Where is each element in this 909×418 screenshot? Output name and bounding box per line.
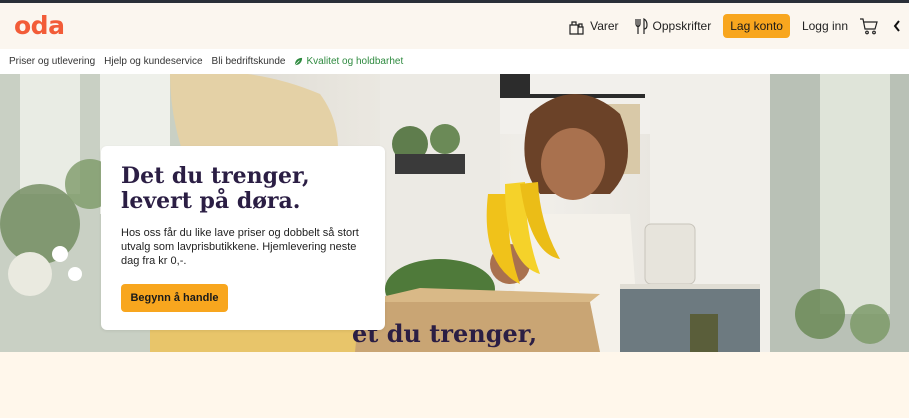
login-label: Logg inn — [801, 19, 848, 33]
subnav-quality-label: Kvalitet og holdbarhet — [306, 56, 404, 67]
cart-icon — [860, 18, 878, 35]
site-header: oda Varer Oppskrifter Lag konto Logg inn — [0, 3, 909, 49]
cart-button[interactable] — [859, 17, 879, 35]
products-label: Varer — [590, 19, 619, 33]
recipes-link[interactable]: Oppskrifter — [634, 17, 712, 35]
secondary-nav: Priser og utlevering Hjelp og kundeservi… — [0, 49, 909, 74]
subnav-prices-delivery[interactable]: Priser og utlevering — [9, 56, 95, 67]
below-fold-area — [0, 352, 909, 418]
fork-knife-icon — [634, 17, 648, 34]
signup-button[interactable]: Lag konto — [723, 14, 790, 38]
grocery-bag-icon — [569, 20, 584, 35]
subnav-help-support[interactable]: Hjelp og kundeservice — [104, 56, 202, 67]
recipes-label: Oppskrifter — [652, 19, 712, 33]
hero-title: Det du trenger, levert på døra. — [121, 163, 310, 214]
header-nav: Varer Oppskrifter Lag konto Logg inn — [568, 3, 901, 49]
login-link[interactable]: Logg inn — [802, 19, 848, 33]
hero-body: Hos oss får du like lave priser og dobbe… — [121, 227, 359, 267]
products-link[interactable]: Varer — [568, 18, 619, 35]
start-shopping-button[interactable]: Begynn å handle — [121, 284, 228, 312]
leaf-icon — [295, 57, 303, 66]
hero-section: et du trenger, Det du trenger, levert på… — [0, 74, 909, 352]
oda-logo[interactable]: oda — [14, 13, 65, 39]
subnav-quality[interactable]: Kvalitet og holdbarhet — [294, 56, 403, 67]
subnav-business[interactable]: Bli bedriftskunde — [212, 56, 286, 67]
chevron-left-icon — [893, 20, 900, 32]
hero-card: Det du trenger, levert på døra. Hos oss … — [101, 146, 385, 330]
collapse-button[interactable] — [893, 20, 901, 32]
